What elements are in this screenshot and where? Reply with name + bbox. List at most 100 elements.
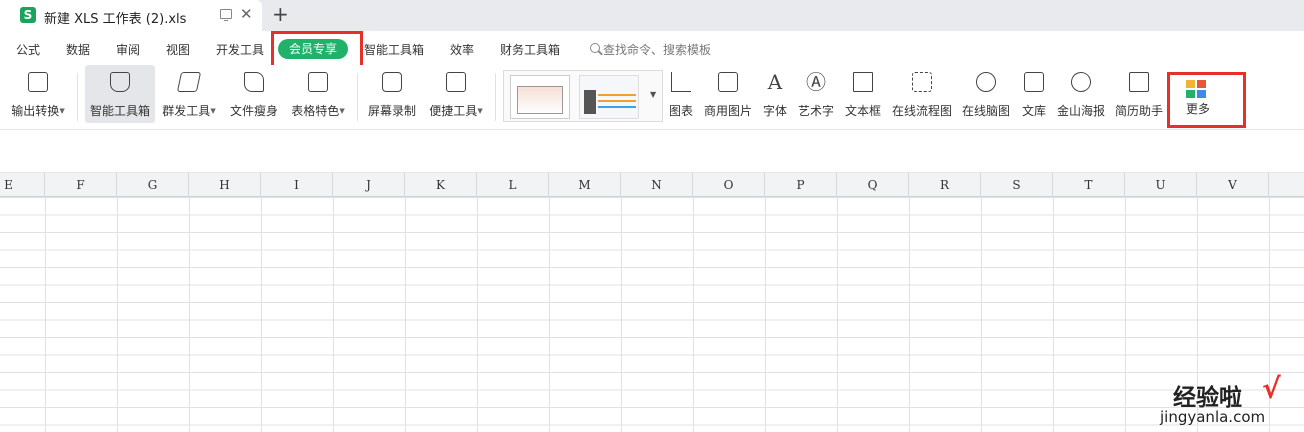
more-apps-tile bbox=[1186, 80, 1195, 88]
online-flowchart-label: 在线流程图 bbox=[891, 104, 952, 118]
more-label: 更多 bbox=[1185, 102, 1210, 116]
column-header[interactable]: T bbox=[1053, 173, 1125, 197]
column-header[interactable]: Q bbox=[837, 173, 909, 197]
textbox-label: 文本框 bbox=[844, 104, 881, 118]
textbox-button[interactable]: 文本框 bbox=[842, 65, 884, 123]
table-features-button[interactable]: 表格特色▼ bbox=[286, 65, 350, 123]
poster-icon bbox=[1068, 69, 1094, 95]
gallery-dropdown-icon[interactable]: ▼ bbox=[650, 90, 656, 99]
screen-record-label: 屏幕录制 bbox=[367, 104, 416, 118]
quick-tools-icon bbox=[446, 72, 466, 92]
toolbox-icon bbox=[110, 72, 130, 92]
file-slim-label: 文件瘦身 bbox=[229, 104, 278, 118]
separator bbox=[357, 73, 358, 121]
template-gallery[interactable] bbox=[503, 70, 663, 122]
column-header[interactable]: F bbox=[45, 173, 117, 197]
monitor-icon[interactable] bbox=[220, 9, 232, 21]
document-title: 新建 XLS 工作表 (2).xls bbox=[44, 12, 187, 27]
quick-tools-label: 便捷工具 bbox=[429, 104, 478, 118]
wordart-label: 艺术字 bbox=[797, 104, 834, 118]
more-button[interactable]: 更多 bbox=[1178, 100, 1218, 120]
template-thumbnail[interactable] bbox=[579, 75, 639, 119]
library-button[interactable]: 文库 bbox=[1018, 65, 1050, 123]
file-slim-button[interactable]: 文件瘦身 bbox=[226, 65, 282, 123]
table-features-label: 表格特色 bbox=[291, 104, 340, 118]
smart-toolbox-button[interactable]: 智能工具箱 bbox=[85, 65, 155, 123]
quick-tools-button[interactable]: 便捷工具▼ bbox=[424, 65, 488, 123]
stock-image-button[interactable]: 商用图片 bbox=[702, 65, 754, 123]
export-convert-button[interactable]: 输出转换▼ bbox=[6, 65, 70, 123]
more-apps-tile bbox=[1197, 90, 1206, 98]
command-search[interactable]: 查找命令、搜索模板 bbox=[588, 41, 711, 58]
menu-smart-toolbox[interactable]: 智能工具箱 bbox=[364, 41, 424, 58]
separator bbox=[77, 73, 78, 121]
flowchart-icon bbox=[912, 72, 932, 92]
menu-formula[interactable]: 公式 bbox=[16, 41, 40, 58]
spreadsheet-grid[interactable] bbox=[0, 173, 1304, 432]
file-slim-icon bbox=[244, 72, 264, 92]
column-header[interactable]: G bbox=[117, 173, 189, 197]
poster-label: 金山海报 bbox=[1056, 104, 1105, 118]
tab-bar: S 新建 XLS 工作表 (2).xls ✕ + bbox=[0, 0, 1304, 31]
export-convert-label: 输出转换 bbox=[11, 104, 60, 118]
watermark-text: 经验啦 bbox=[1173, 385, 1242, 411]
more-apps-icon[interactable] bbox=[1186, 80, 1206, 98]
library-label: 文库 bbox=[1021, 104, 1046, 118]
menu-finance-toolbox[interactable]: 财务工具箱 bbox=[500, 41, 560, 58]
column-header[interactable]: I bbox=[261, 173, 333, 197]
column-header[interactable]: E bbox=[0, 173, 45, 197]
online-mindmap-button[interactable]: 在线脑图 bbox=[960, 65, 1012, 123]
mass-send-button[interactable]: 群发工具▼ bbox=[158, 65, 220, 123]
column-header[interactable]: H bbox=[189, 173, 261, 197]
poster-button[interactable]: 金山海报 bbox=[1054, 65, 1108, 123]
column-header[interactable]: O bbox=[693, 173, 765, 197]
textbox-icon bbox=[853, 72, 873, 92]
column-header[interactable]: J bbox=[333, 173, 405, 197]
chart-label: 图表 bbox=[668, 104, 693, 118]
chart-icon bbox=[671, 72, 691, 92]
document-tab[interactable]: S 新建 XLS 工作表 (2).xls ✕ bbox=[0, 0, 262, 31]
spreadsheet-app-icon: S bbox=[20, 7, 36, 23]
screen-record-button[interactable]: 屏幕录制 bbox=[364, 65, 420, 123]
font-icon: A bbox=[767, 70, 783, 94]
menu-efficiency[interactable]: 效率 bbox=[450, 41, 474, 58]
wordart-icon: Ⓐ bbox=[806, 70, 826, 94]
send-icon bbox=[176, 72, 202, 92]
wordart-button[interactable]: Ⓐ 艺术字 bbox=[796, 65, 836, 123]
chart-button[interactable]: 图表 bbox=[666, 65, 696, 123]
smart-toolbox-label: 智能工具箱 bbox=[89, 104, 150, 118]
stock-image-label: 商用图片 bbox=[703, 104, 752, 118]
separator bbox=[495, 73, 496, 121]
column-header[interactable]: M bbox=[549, 173, 621, 197]
more-apps-tile bbox=[1197, 80, 1206, 88]
menu-data[interactable]: 数据 bbox=[66, 41, 90, 58]
screen-record-icon bbox=[382, 72, 402, 92]
column-header[interactable]: U bbox=[1125, 173, 1197, 197]
close-icon[interactable]: ✕ bbox=[240, 6, 253, 22]
column-header[interactable]: R bbox=[909, 173, 981, 197]
font-button[interactable]: A 字体 bbox=[760, 65, 790, 123]
column-header[interactable]: L bbox=[477, 173, 549, 197]
library-icon bbox=[1024, 72, 1044, 92]
mass-send-label: 群发工具 bbox=[162, 104, 211, 118]
online-flowchart-button[interactable]: 在线流程图 bbox=[890, 65, 954, 123]
resume-helper-button[interactable]: 简历助手 bbox=[1112, 65, 1166, 123]
column-header[interactable]: P bbox=[765, 173, 837, 197]
online-mindmap-label: 在线脑图 bbox=[961, 104, 1010, 118]
resume-icon bbox=[1129, 72, 1149, 92]
font-label: 字体 bbox=[762, 104, 787, 118]
column-header[interactable]: N bbox=[621, 173, 693, 197]
table-star-icon bbox=[308, 72, 328, 92]
menu-developer[interactable]: 开发工具 bbox=[216, 41, 264, 58]
new-tab-icon[interactable]: + bbox=[272, 3, 289, 25]
export-icon bbox=[28, 72, 48, 92]
menu-review[interactable]: 审阅 bbox=[116, 41, 140, 58]
resume-helper-label: 简历助手 bbox=[1114, 104, 1163, 118]
column-header[interactable]: S bbox=[981, 173, 1053, 197]
column-header[interactable]: V bbox=[1197, 173, 1269, 197]
column-header[interactable]: K bbox=[405, 173, 477, 197]
more-apps-tile bbox=[1186, 90, 1195, 98]
template-thumbnail[interactable] bbox=[510, 75, 570, 119]
menu-view[interactable]: 视图 bbox=[166, 41, 190, 58]
watermark-check-icon: √ bbox=[1262, 372, 1281, 405]
